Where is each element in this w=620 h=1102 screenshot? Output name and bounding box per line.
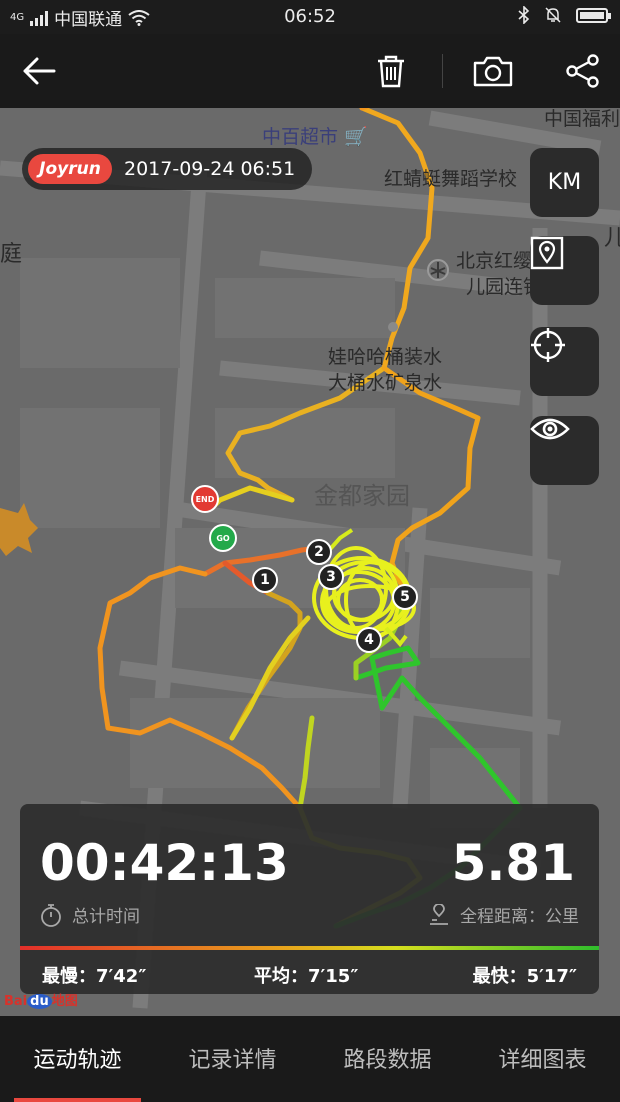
- slowest-pace: 最慢：7′42″: [42, 966, 147, 987]
- joyrun-logo: Joyrun: [28, 154, 112, 184]
- top-toolbar: [0, 34, 620, 108]
- tab-record-details[interactable]: 记录详情: [155, 1016, 310, 1102]
- tab-detailed-charts[interactable]: 详细图表: [465, 1016, 620, 1102]
- locate-button[interactable]: [530, 327, 599, 396]
- share-icon: [566, 54, 599, 88]
- map-blocks: [20, 258, 530, 828]
- bottom-tab-bar: 运动轨迹 记录详情 路段数据 详细图表: [0, 1016, 620, 1102]
- map-label-edge: 儿: [604, 226, 620, 251]
- tab-segment-data[interactable]: 路段数据: [310, 1016, 465, 1102]
- unit-km-button[interactable]: KM: [530, 148, 599, 217]
- baidu-map-logo: Bai du 地图: [4, 994, 78, 1009]
- duration-caption: 总计时间: [40, 902, 140, 927]
- view-toggle-button[interactable]: [530, 416, 599, 485]
- km-marker-4[interactable]: 4: [356, 627, 382, 653]
- poi-icon: [388, 322, 398, 332]
- battery-icon: [576, 7, 611, 23]
- total-distance: 5.81: [451, 834, 575, 892]
- map-label-community: 金都家园: [314, 482, 410, 510]
- toolbar-divider: [442, 54, 443, 88]
- camera-button[interactable]: [470, 48, 516, 94]
- delete-button[interactable]: [368, 48, 414, 94]
- map-pin-icon: [530, 236, 564, 270]
- share-button[interactable]: [560, 48, 606, 94]
- end-marker[interactable]: END: [191, 485, 219, 513]
- route-icon: [430, 903, 448, 925]
- fastest-pace: 最快：5′17″: [472, 966, 577, 987]
- eye-icon: [530, 418, 570, 440]
- mute-icon: [545, 7, 561, 23]
- km-marker-2[interactable]: 2: [306, 539, 332, 565]
- cart-icon: 🛒: [344, 126, 368, 148]
- run-datetime: 2017-09-24 06:51: [124, 158, 296, 180]
- status-bar: 4G 中国联通 06:52: [0, 0, 620, 34]
- distance-caption: 全程距离：公里: [428, 902, 579, 927]
- average-pace: 平均：7′15″: [254, 966, 359, 987]
- locate-icon: [531, 328, 565, 362]
- map-label-water-2: 大桶水矿泉水: [328, 372, 443, 394]
- km-marker-1[interactable]: 1: [252, 567, 278, 593]
- run-timestamp-badge: Joyrun 2017-09-24 06:51: [22, 148, 312, 190]
- total-duration: 00:42:13: [40, 834, 289, 892]
- trash-icon: [378, 55, 404, 88]
- map-label-ting: 庭: [0, 242, 23, 267]
- stopwatch-icon: [41, 903, 61, 927]
- pace-gradient-bar: [20, 946, 599, 950]
- map-label-water-1: 娃哈哈桶装水: [328, 346, 443, 368]
- km-marker-3[interactable]: 3: [318, 564, 344, 590]
- map-label-supermarket: 中百超市 🛒: [262, 126, 368, 148]
- map-label-lottery: 中国福利: [544, 108, 620, 130]
- back-arrow-icon: [23, 57, 56, 85]
- map-label-dance-school: 红蜻蜓舞蹈学校: [384, 168, 518, 190]
- back-button[interactable]: [16, 48, 62, 94]
- tab-track[interactable]: 运动轨迹: [0, 1016, 155, 1102]
- map-style-button[interactable]: [530, 236, 599, 305]
- bluetooth-icon: [518, 6, 530, 24]
- km-marker-5[interactable]: 5: [392, 584, 418, 610]
- start-marker[interactable]: GO: [209, 524, 237, 552]
- camera-icon: [473, 56, 513, 87]
- run-stats-panel: 00:42:13 总计时间 5.81 全程距离：公里 最慢：7′42″ 平均：7…: [20, 804, 599, 994]
